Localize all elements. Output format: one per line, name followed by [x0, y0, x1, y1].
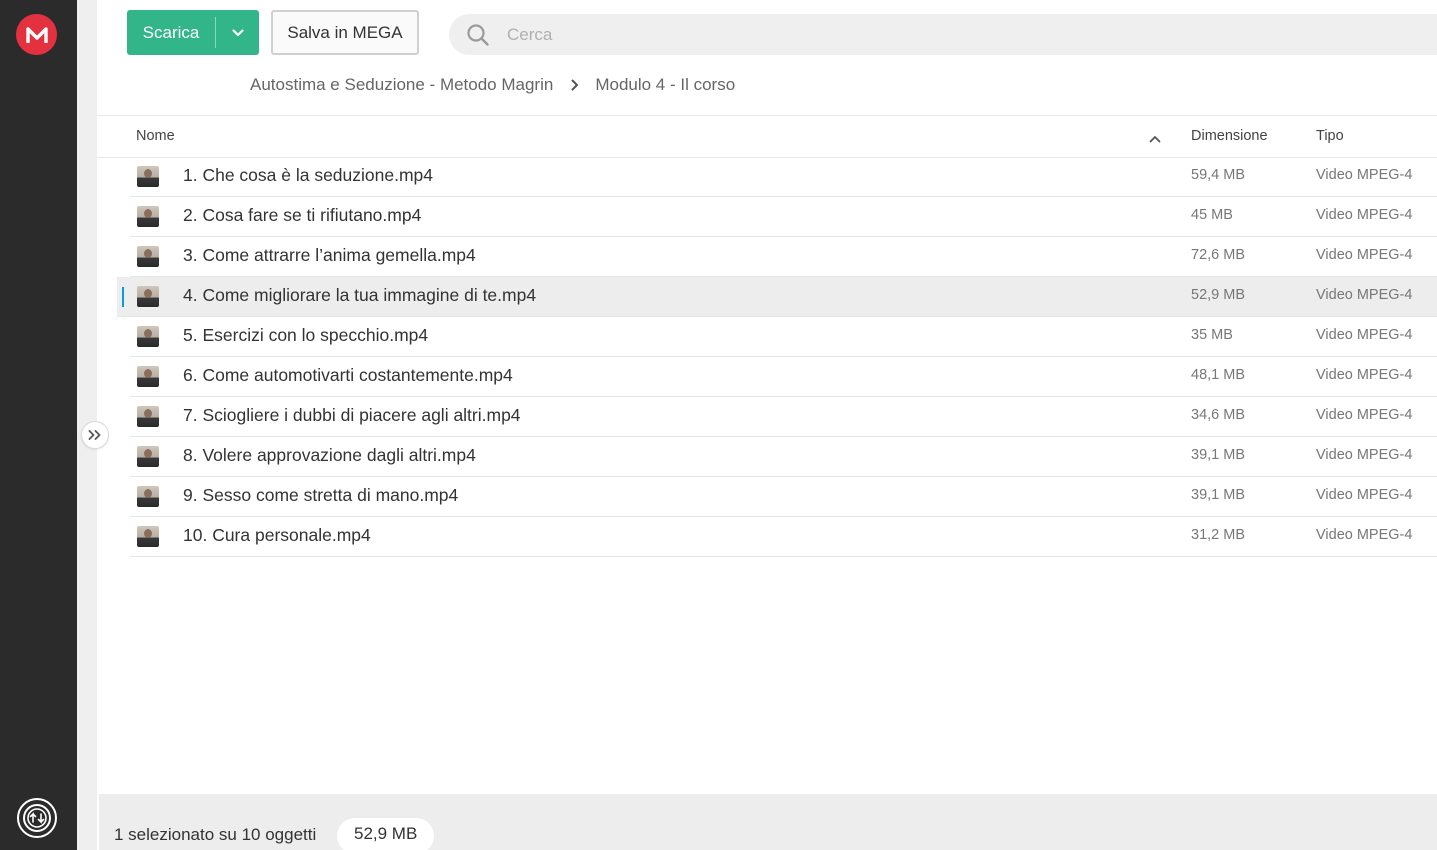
- video-thumbnail-icon: [137, 246, 159, 267]
- breadcrumb-item-current-folder[interactable]: Modulo 4 - Il corso: [595, 75, 735, 95]
- chevron-right-icon: [571, 79, 579, 91]
- file-size: 39,1 MB: [1191, 487, 1245, 503]
- table-row[interactable]: 3. Come attrarre l’anima gemella.mp4 72,…: [130, 237, 1437, 277]
- search-icon: [449, 23, 501, 47]
- file-name: 10. Cura personale.mp4: [183, 525, 371, 545]
- file-size: 39,1 MB: [1191, 447, 1245, 463]
- file-name: 5. Esercizi con lo specchio.mp4: [183, 325, 429, 345]
- video-thumbnail-icon: [137, 526, 159, 547]
- file-type: Video MPEG-4: [1316, 207, 1413, 223]
- download-button-label[interactable]: Scarica: [127, 10, 215, 55]
- video-thumbnail-icon: [137, 406, 159, 427]
- video-thumbnail-icon: [137, 486, 159, 507]
- table-row[interactable]: 9. Sesso come stretta di mano.mp4 39,1 M…: [130, 477, 1437, 517]
- file-size: 72,6 MB: [1191, 247, 1245, 263]
- double-chevron-right-icon[interactable]: [81, 421, 109, 449]
- file-size: 31,2 MB: [1191, 527, 1245, 543]
- save-to-mega-button[interactable]: Salva in MEGA: [271, 10, 419, 55]
- table-row[interactable]: 7. Sciogliere i dubbi di piacere agli al…: [130, 397, 1437, 437]
- table-row[interactable]: 8. Volere approvazione dagli altri.mp4 3…: [130, 437, 1437, 477]
- file-size: 34,6 MB: [1191, 407, 1245, 423]
- file-name: 7. Sciogliere i dubbi di piacere agli al…: [183, 405, 521, 425]
- file-type: Video MPEG-4: [1316, 327, 1413, 343]
- mega-logo-icon[interactable]: [16, 14, 57, 55]
- file-type: Video MPEG-4: [1316, 527, 1413, 543]
- file-type: Video MPEG-4: [1316, 447, 1413, 463]
- breadcrumb: Autostima e Seduzione - Metodo Magrin Mo…: [250, 74, 735, 96]
- left-rail: [0, 0, 77, 850]
- transfer-manager-icon[interactable]: [17, 798, 57, 838]
- video-thumbnail-icon: [137, 326, 159, 347]
- breadcrumb-item-root-folder[interactable]: Autostima e Seduzione - Metodo Magrin: [250, 75, 553, 95]
- file-name: 2. Cosa fare se ti rifiutano.mp4: [183, 205, 422, 225]
- file-type: Video MPEG-4: [1316, 487, 1413, 503]
- table-row[interactable]: 5. Esercizi con lo specchio.mp4 35 MB Vi…: [130, 317, 1437, 357]
- column-header-size[interactable]: Dimensione: [1191, 128, 1268, 144]
- video-thumbnail-icon: [137, 166, 159, 187]
- video-thumbnail-icon: [137, 446, 159, 467]
- table-header: Nome Dimensione Tipo: [97, 116, 1437, 158]
- file-type: Video MPEG-4: [1316, 367, 1413, 383]
- download-button[interactable]: Scarica: [127, 10, 259, 55]
- file-name: 9. Sesso come stretta di mano.mp4: [183, 485, 459, 505]
- video-thumbnail-icon: [137, 366, 159, 387]
- file-type: Video MPEG-4: [1316, 167, 1413, 183]
- table-row-selected[interactable]: 4. Come migliorare la tua immagine di te…: [117, 277, 1437, 317]
- sort-ascending-icon[interactable]: [1149, 131, 1161, 147]
- file-type: Video MPEG-4: [1316, 287, 1413, 303]
- table-row[interactable]: 10. Cura personale.mp4 31,2 MB Video MPE…: [130, 517, 1437, 557]
- file-name: 6. Come automotivarti costantemente.mp4: [183, 365, 513, 385]
- chevron-down-icon[interactable]: [216, 10, 259, 55]
- file-list: 1. Che cosa è la seduzione.mp4 59,4 MB V…: [117, 157, 1437, 557]
- search-bar[interactable]: [449, 14, 1437, 55]
- table-row[interactable]: 6. Come automotivarti costantemente.mp4 …: [130, 357, 1437, 397]
- file-name: 3. Come attrarre l’anima gemella.mp4: [183, 245, 476, 265]
- file-size: 45 MB: [1191, 207, 1233, 223]
- video-thumbnail-icon: [137, 206, 159, 227]
- file-name: 4. Come migliorare la tua immagine di te…: [183, 285, 537, 305]
- column-header-name[interactable]: Nome: [136, 128, 175, 144]
- selection-status-bar: 1 selezionato su 10 oggetti 52,9 MB: [99, 794, 1437, 850]
- file-size: 35 MB: [1191, 327, 1233, 343]
- selection-indicator: [122, 287, 124, 307]
- search-input[interactable]: [507, 24, 1107, 45]
- selection-count: 1 selezionato su 10 oggetti: [114, 825, 317, 844]
- table-row[interactable]: 2. Cosa fare se ti rifiutano.mp4 45 MB V…: [130, 197, 1437, 237]
- video-thumbnail-icon: [137, 286, 159, 307]
- selection-size-badge: 52,9 MB: [337, 818, 435, 850]
- column-header-type[interactable]: Tipo: [1316, 128, 1344, 144]
- file-size: 48,1 MB: [1191, 367, 1245, 383]
- file-name: 1. Che cosa è la seduzione.mp4: [183, 165, 434, 185]
- file-size: 52,9 MB: [1191, 287, 1245, 303]
- file-type: Video MPEG-4: [1316, 247, 1413, 263]
- file-type: Video MPEG-4: [1316, 407, 1413, 423]
- table-row[interactable]: 1. Che cosa è la seduzione.mp4 59,4 MB V…: [130, 157, 1437, 197]
- file-size: 59,4 MB: [1191, 167, 1245, 183]
- file-name: 8. Volere approvazione dagli altri.mp4: [183, 445, 476, 465]
